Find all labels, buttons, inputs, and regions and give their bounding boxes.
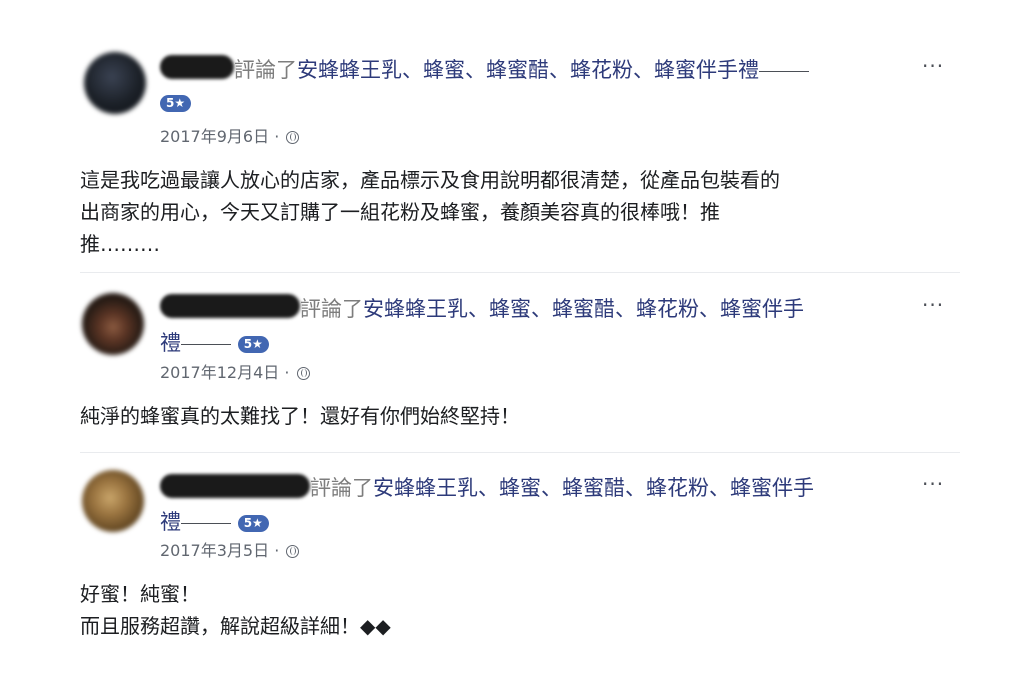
review-meta: 2017年3月5日 · [160, 540, 300, 562]
avatar[interactable] [82, 293, 144, 355]
public-globe-icon [286, 131, 300, 144]
avatar[interactable] [84, 52, 146, 114]
review-headline-line2: 禮 5★ [160, 325, 269, 361]
reviewer-name-blurred[interactable] [160, 55, 234, 79]
review-meta: 2017年12月4日 · [160, 362, 310, 384]
meta-dot: · [284, 363, 290, 382]
public-globe-icon [286, 545, 300, 558]
review-date[interactable]: 2017年9月6日 [160, 127, 269, 146]
dash-line [181, 343, 231, 345]
review-text: 純淨的蜂蜜真的太難找了！還好有你們始終堅持！ [80, 404, 520, 428]
page-link-continued[interactable]: 禮 [160, 331, 181, 355]
reviewer-name-blurred[interactable] [160, 474, 310, 498]
page-link[interactable]: 安蜂蜂王乳、蜂蜜、蜂蜜醋、蜂花粉、蜂蜜伴手 [363, 297, 804, 321]
rating-badge[interactable]: 5★ [237, 335, 269, 353]
page-link[interactable]: 安蜂蜂王乳、蜂蜜、蜂蜜醋、蜂花粉、蜂蜜伴手禮 [297, 58, 759, 82]
review-date[interactable]: 2017年12月4日 [160, 363, 279, 382]
meta-dot: · [274, 541, 280, 560]
reviewed-verb: 評論了 [300, 297, 363, 321]
review-headline-line2: 禮 5★ [160, 504, 269, 540]
rating-badge[interactable]: 5★ [160, 94, 192, 112]
review-headline: 評論了安蜂蜂王乳、蜂蜜、蜂蜜醋、蜂花粉、蜂蜜伴手 [310, 470, 814, 506]
review-headline: 評論了安蜂蜂王乳、蜂蜜、蜂蜜醋、蜂花粉、蜂蜜伴手禮 [234, 52, 809, 88]
dash-line [759, 70, 809, 72]
dash-line [181, 522, 231, 524]
more-options-button[interactable]: ··· [922, 56, 944, 76]
more-options-button[interactable]: ··· [922, 295, 944, 315]
reviewed-verb: 評論了 [234, 58, 297, 82]
review-text: 這是我吃過最讓人放心的店家，產品標示及食用說明都很清楚，從產品包裝看的 出商家的… [80, 168, 780, 256]
public-globe-icon [296, 367, 310, 380]
review-meta: 2017年9月6日 · [160, 126, 300, 148]
divider [80, 272, 960, 273]
divider [80, 452, 960, 453]
meta-dot: · [274, 127, 280, 146]
reviewer-name-blurred[interactable] [160, 294, 300, 318]
page-link[interactable]: 安蜂蜂王乳、蜂蜜、蜂蜜醋、蜂花粉、蜂蜜伴手 [373, 476, 814, 500]
avatar[interactable] [82, 470, 144, 532]
review-date[interactable]: 2017年3月5日 [160, 541, 269, 560]
review-text: 好蜜！純蜜！ 而且服務超讚，解說超級詳細！◆◆ [80, 582, 391, 638]
rating-row: 5★ [160, 84, 192, 120]
more-options-button[interactable]: ··· [922, 474, 944, 494]
reviewed-verb: 評論了 [310, 476, 373, 500]
rating-badge[interactable]: 5★ [237, 514, 269, 532]
page-link-continued[interactable]: 禮 [160, 510, 181, 534]
review-headline: 評論了安蜂蜂王乳、蜂蜜、蜂蜜醋、蜂花粉、蜂蜜伴手 [300, 291, 804, 327]
